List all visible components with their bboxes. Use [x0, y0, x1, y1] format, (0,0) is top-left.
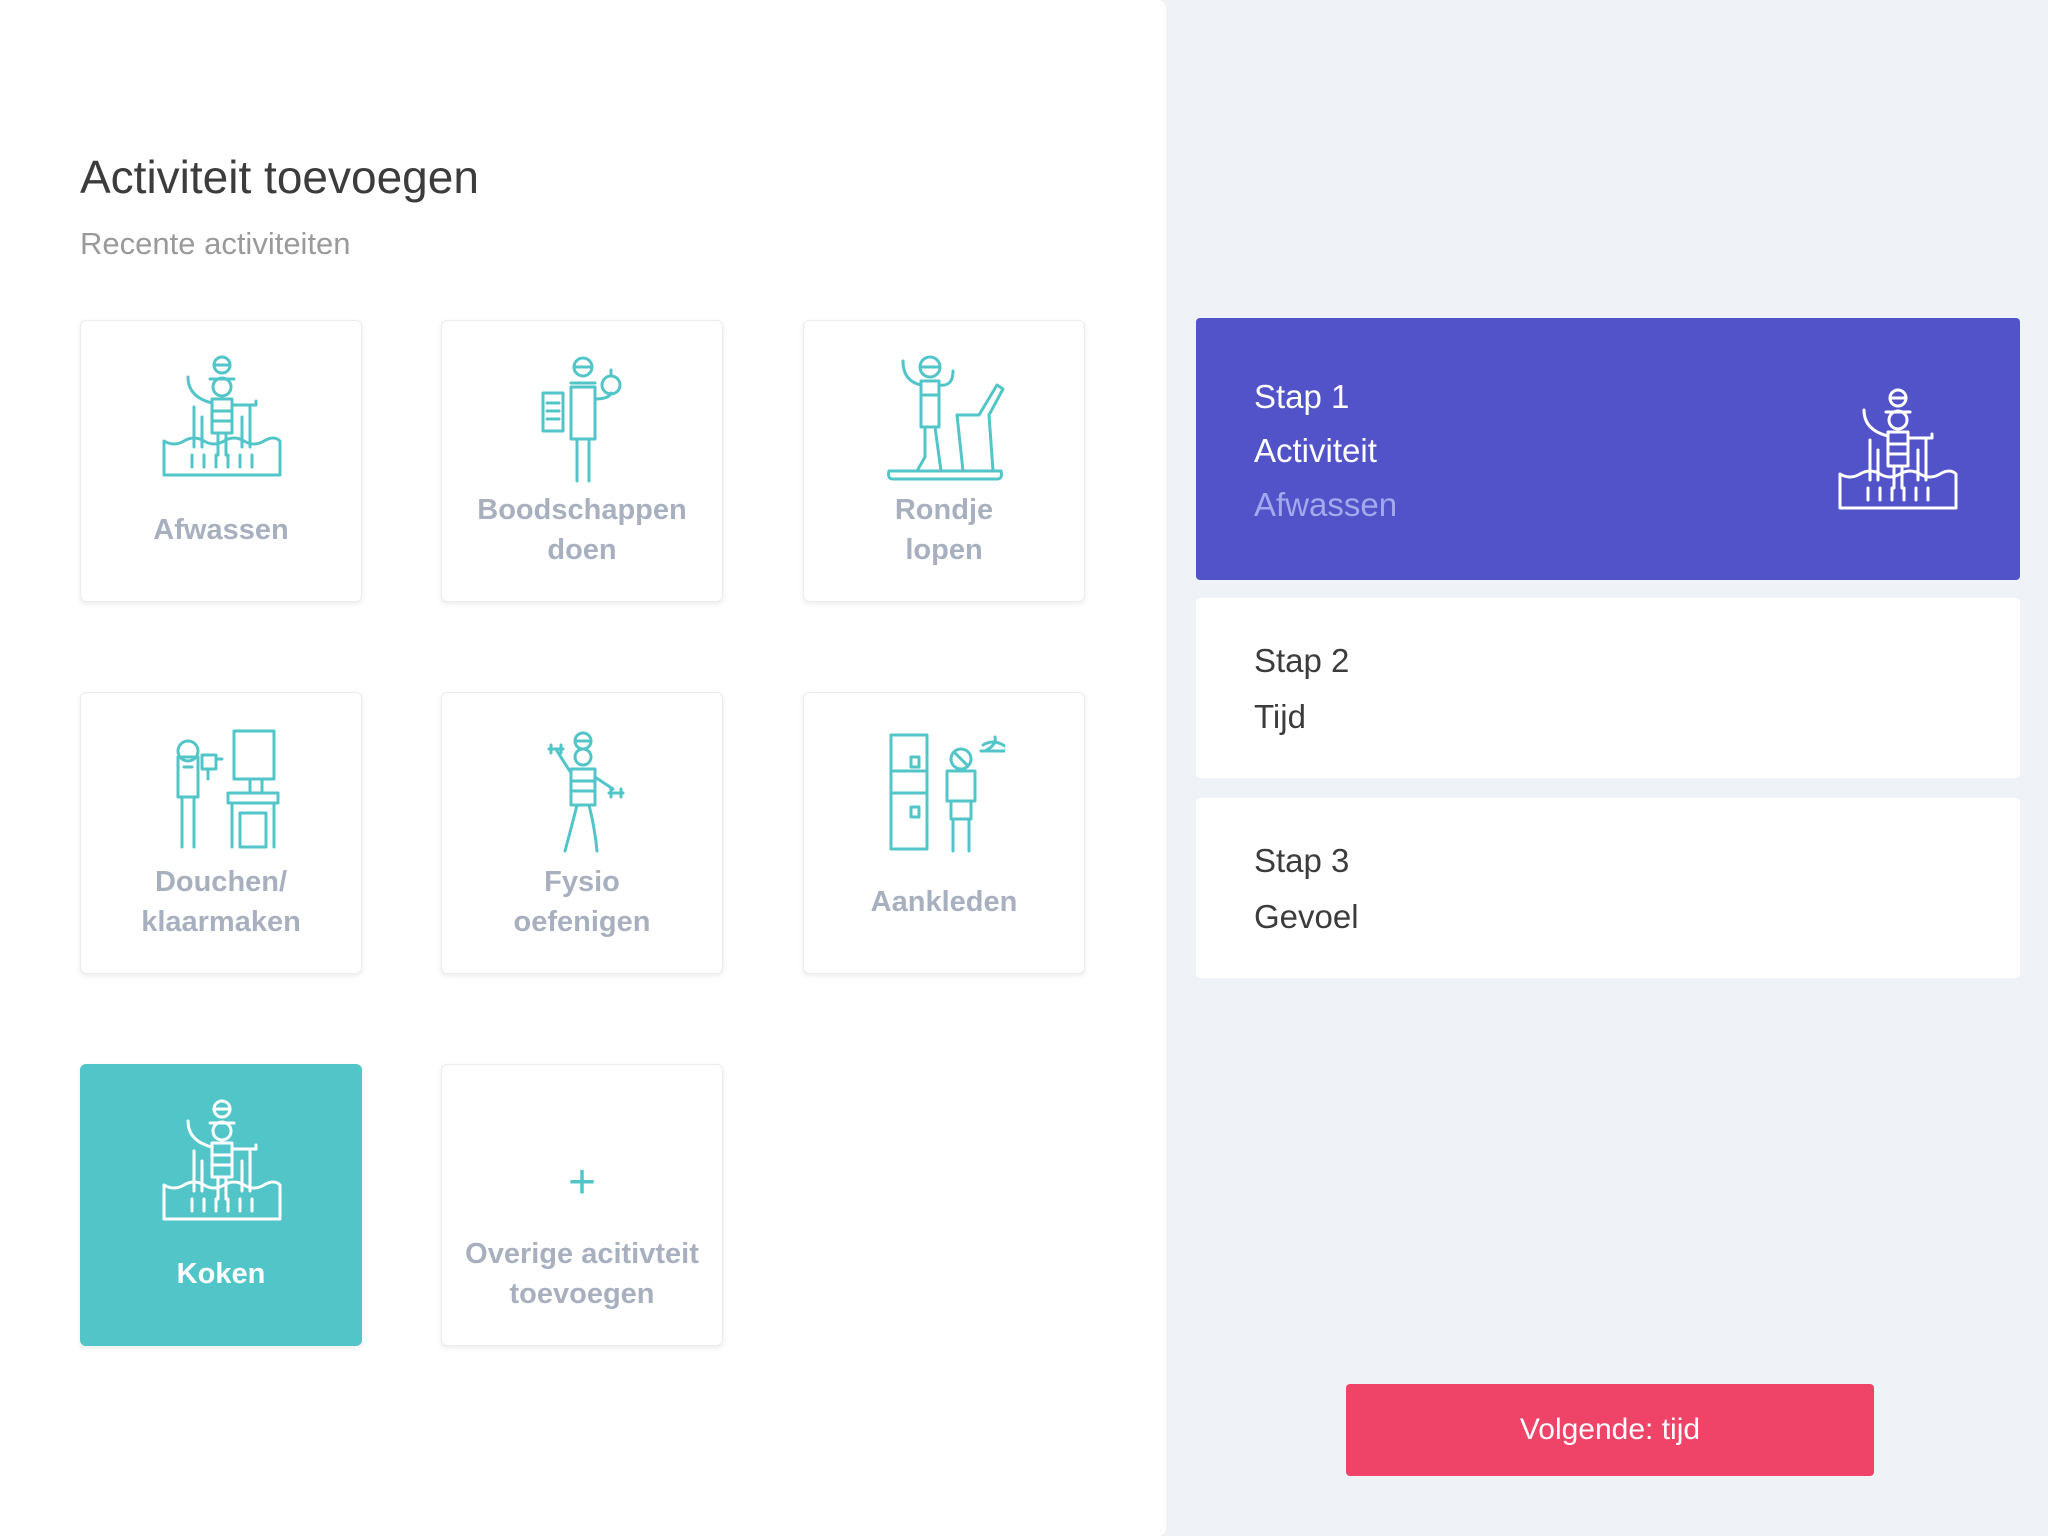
next-step-button[interactable]: Volgende: tijd — [1346, 1384, 1874, 1476]
activity-tile-aankleden[interactable]: Aankleden — [803, 692, 1085, 974]
step-1-card[interactable]: Stap 1 Activiteit Afwassen — [1196, 318, 2020, 580]
step-3-card[interactable]: Stap 3 Gevoel — [1196, 798, 2020, 978]
activity-tile-boodschappen[interactable]: Boodschappen doen — [441, 320, 723, 602]
page-title: Activiteit toevoegen — [80, 151, 479, 203]
activity-label: Koken — [176, 1258, 266, 1290]
activity-tile-rondje-lopen[interactable]: Rondje lopen — [803, 320, 1085, 602]
activity-tile-afwassen[interactable]: Afwassen — [80, 320, 362, 602]
washing-dishes-icon — [1838, 388, 1958, 518]
activity-tile-douchen[interactable]: Douchen/ klaarmaken — [80, 692, 362, 974]
step-number: Stap 1 — [1254, 378, 1350, 415]
hairdryer-mirror-icon — [162, 727, 282, 857]
dumbbell-exercise-icon — [523, 727, 643, 857]
activity-label: Douchen/ klaarmaken — [141, 866, 301, 938]
step-value: Afwassen — [1254, 486, 1398, 523]
activity-label: Aankleden — [870, 886, 1018, 918]
step-number: Stap 2 — [1254, 642, 1350, 679]
activity-tile-fysio[interactable]: Fysio oefenigen — [441, 692, 723, 974]
activity-tile-koken[interactable]: Koken — [80, 1064, 362, 1346]
treadmill-walk-icon — [885, 355, 1005, 485]
section-subtitle: Recente activiteiten — [80, 226, 351, 261]
step-name: Activiteit — [1254, 432, 1377, 469]
step-name: Tijd — [1254, 698, 1306, 735]
groceries-icon — [523, 355, 643, 485]
add-other-activity-tile[interactable]: + Overige acitivteit toevoegen — [441, 1064, 723, 1346]
step-number: Stap 3 — [1254, 842, 1350, 879]
activity-label: Overige acitivteit toevoegen — [465, 1238, 699, 1310]
activity-panel: Activiteit toevoegen Recente activiteite… — [0, 0, 1166, 1536]
washing-dishes-icon — [162, 355, 282, 485]
activity-label: Rondje lopen — [894, 494, 994, 566]
wardrobe-dressing-icon — [885, 727, 1005, 857]
plus-icon: + — [567, 1156, 597, 1209]
activity-label: Fysio oefenigen — [513, 866, 651, 938]
activity-label: Afwassen — [153, 514, 289, 546]
step-name: Gevoel — [1254, 898, 1359, 935]
washing-dishes-icon — [162, 1099, 282, 1229]
step-2-card[interactable]: Stap 2 Tijd — [1196, 598, 2020, 778]
activity-label: Boodschappen doen — [477, 494, 687, 566]
